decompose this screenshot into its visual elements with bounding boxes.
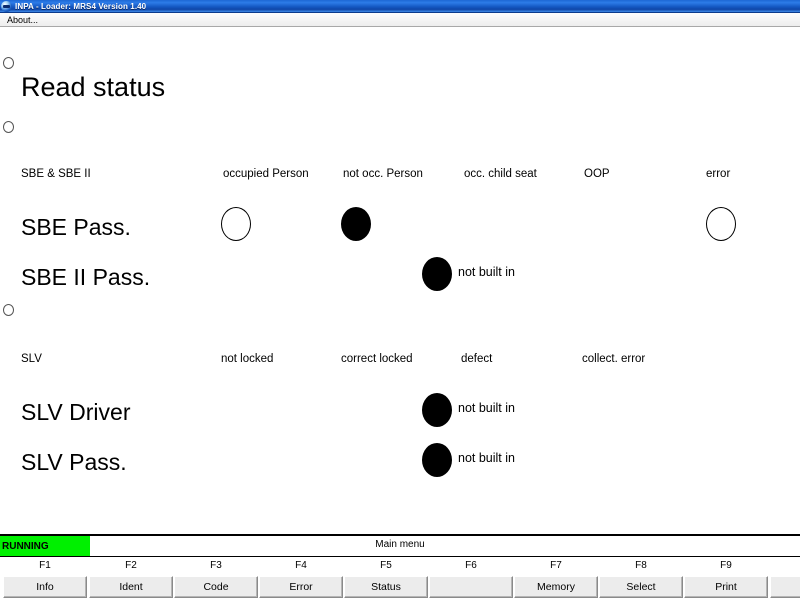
content-canvas: Read status SBE & SBE II occupied Person… xyxy=(0,27,800,534)
indicator-sbe-pass-occupied-person xyxy=(221,207,251,241)
fkey-button-memory[interactable]: Memory xyxy=(514,576,598,598)
slv-header-col-2: defect xyxy=(461,353,493,365)
fkey-label-f7: F7 xyxy=(550,560,562,571)
fkey-button-print[interactable]: Print xyxy=(684,576,768,598)
menu-item-about[interactable]: About... xyxy=(5,15,40,25)
fkey-button-code[interactable]: Code xyxy=(174,576,258,598)
inpa-globe-icon xyxy=(1,0,12,12)
indicator-slv-pass-defect xyxy=(422,443,452,477)
edge-marker-dot-3 xyxy=(3,304,14,316)
fkey-label-f3: F3 xyxy=(210,560,222,571)
inpa-application-window: INPA - Loader: MRS4 Version 1.40 About..… xyxy=(0,0,800,600)
fkey-button-ident[interactable]: Ident xyxy=(89,576,173,598)
note-sbe-ii-pass: not built in xyxy=(458,265,515,279)
window-title: INPA - Loader: MRS4 Version 1.40 xyxy=(15,1,147,11)
fkey-label-f2: F2 xyxy=(125,560,137,571)
page-title: Read status xyxy=(21,72,166,102)
indicator-slv-driver-defect xyxy=(422,393,452,427)
sbe-header-col-0: occupied Person xyxy=(223,168,309,180)
slv-header-lead: SLV xyxy=(21,353,42,365)
sbe-header-lead: SBE & SBE II xyxy=(21,168,91,180)
slv-header-col-3: collect. error xyxy=(582,353,646,365)
sbe-header-col-3: OOP xyxy=(584,168,610,180)
fkey-button-info[interactable]: Info xyxy=(3,576,87,598)
bottom-bar: RUNNING Main menu F1 F2 F3 F4 F5 F6 F7 F… xyxy=(0,534,800,600)
row-label-slv-pass: SLV Pass. xyxy=(21,449,127,475)
indicator-sbe-pass-error xyxy=(706,207,736,241)
fkey-label-f1: F1 xyxy=(39,560,51,571)
fkey-button-select[interactable]: Select xyxy=(599,576,683,598)
fkey-button-status[interactable]: Status xyxy=(344,576,428,598)
fkey-button-f6[interactable] xyxy=(429,576,513,598)
sbe-header-col-1: not occ. Person xyxy=(343,168,423,180)
fkey-label-f5: F5 xyxy=(380,560,392,571)
sbe-header-col-2: occ. child seat xyxy=(464,168,537,180)
note-slv-driver: not built in xyxy=(458,401,515,415)
row-label-slv-driver: SLV Driver xyxy=(21,399,131,425)
sbe-header-col-4: error xyxy=(706,168,731,180)
slv-header-row: SLV not locked correct locked defect col… xyxy=(0,353,800,369)
fkey-button-error[interactable]: Error xyxy=(259,576,343,598)
indicator-sbe-pass-not-occ-person xyxy=(341,207,371,241)
fkey-label-f4: F4 xyxy=(295,560,307,571)
slv-header-col-1: correct locked xyxy=(341,353,413,365)
window-titlebar[interactable]: INPA - Loader: MRS4 Version 1.40 xyxy=(0,0,800,13)
fkey-button-row: Info Ident Code Error Status Memory Sele… xyxy=(0,576,800,600)
fkey-button-f10[interactable] xyxy=(770,576,800,598)
main-menu-title: Main menu xyxy=(375,539,425,550)
edge-marker-dot-1 xyxy=(3,57,14,69)
edge-marker-dot-2 xyxy=(3,121,14,133)
row-label-sbe-pass: SBE Pass. xyxy=(21,214,131,240)
fkey-label-f6: F6 xyxy=(465,560,477,571)
fkey-label-f9: F9 xyxy=(720,560,732,571)
menu-bar: About... xyxy=(0,13,800,27)
note-slv-pass: not built in xyxy=(458,451,515,465)
slv-header-col-0: not locked xyxy=(221,353,274,365)
indicator-sbe-ii-pass-occ-child-seat xyxy=(422,257,452,291)
sbe-header-row: SBE & SBE II occupied Person not occ. Pe… xyxy=(0,168,800,184)
row-label-sbe-ii-pass: SBE II Pass. xyxy=(21,264,151,290)
fkey-label-f8: F8 xyxy=(635,560,647,571)
status-strip: RUNNING Main menu xyxy=(0,536,800,557)
fkey-label-row: F1 F2 F3 F4 F5 F6 F7 F8 F9 xyxy=(0,557,800,576)
